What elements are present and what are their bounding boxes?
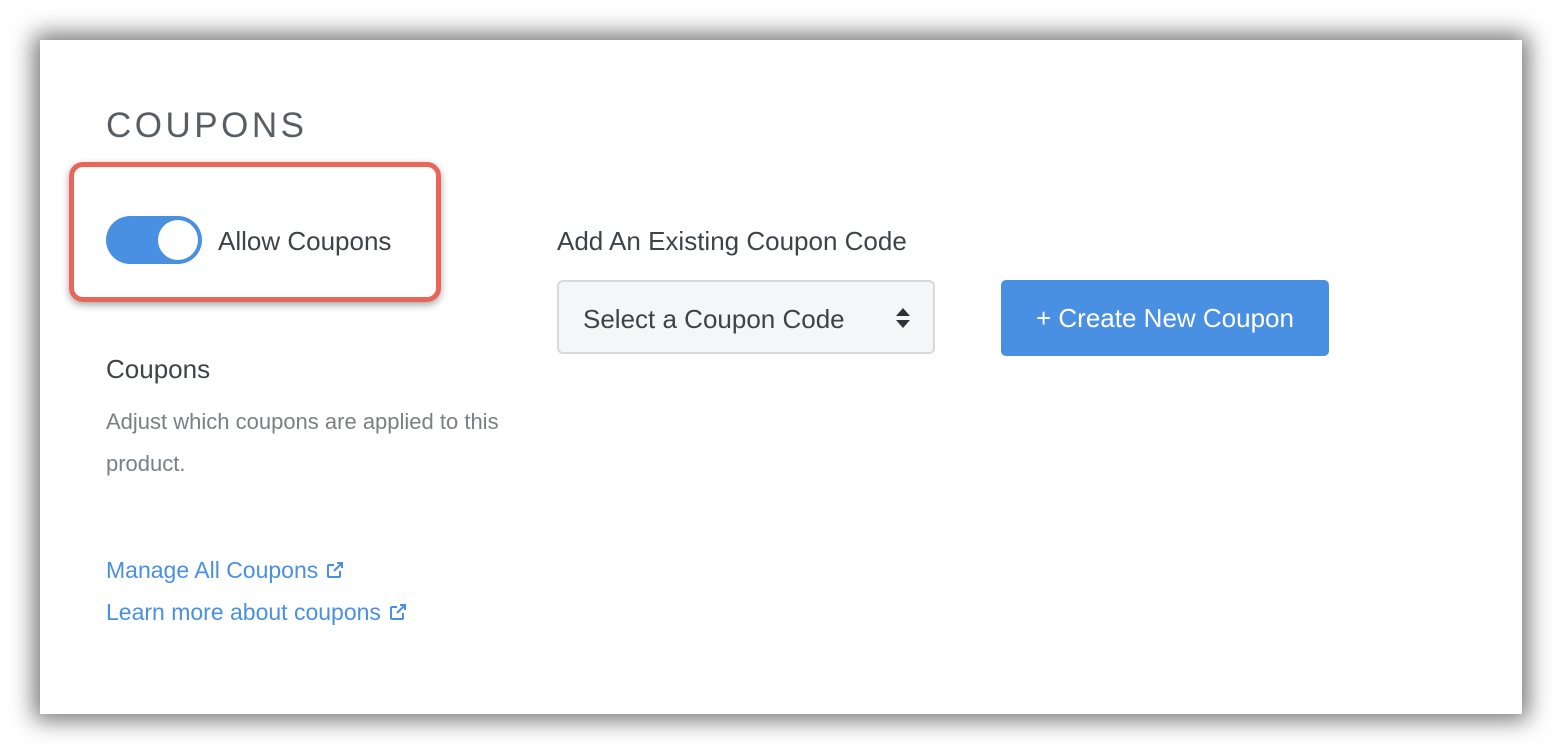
allow-coupons-toggle[interactable] [106, 216, 202, 264]
coupon-code-select-value: Select a Coupon Code [583, 304, 845, 334]
external-link-icon [389, 604, 406, 620]
coupon-code-select[interactable]: Select a Coupon Code [557, 280, 935, 354]
external-link-icon [327, 562, 344, 578]
sort-arrows-icon [896, 308, 910, 328]
section-title: COUPONS [106, 106, 308, 145]
allow-coupons-label: Allow Coupons [218, 226, 392, 256]
coupons-subheading: Coupons [106, 354, 211, 384]
manage-all-coupons-link[interactable]: Manage All Coupons [106, 555, 345, 585]
learn-more-coupons-label: Learn more about coupons [106, 599, 381, 625]
learn-more-coupons-link[interactable]: Learn more about coupons [106, 597, 408, 627]
toggle-knob [158, 220, 198, 260]
coupons-panel: COUPONS Allow Coupons Coupons Adjust whi… [40, 40, 1522, 714]
manage-all-coupons-label: Manage All Coupons [106, 557, 319, 583]
coupons-description: Adjust which coupons are applied to this… [106, 409, 499, 476]
existing-coupon-label: Add An Existing Coupon Code [557, 226, 907, 256]
create-new-coupon-button[interactable]: + Create New Coupon [1001, 280, 1329, 356]
screenshot-stage: COUPONS Allow Coupons Coupons Adjust whi… [0, 0, 1562, 754]
